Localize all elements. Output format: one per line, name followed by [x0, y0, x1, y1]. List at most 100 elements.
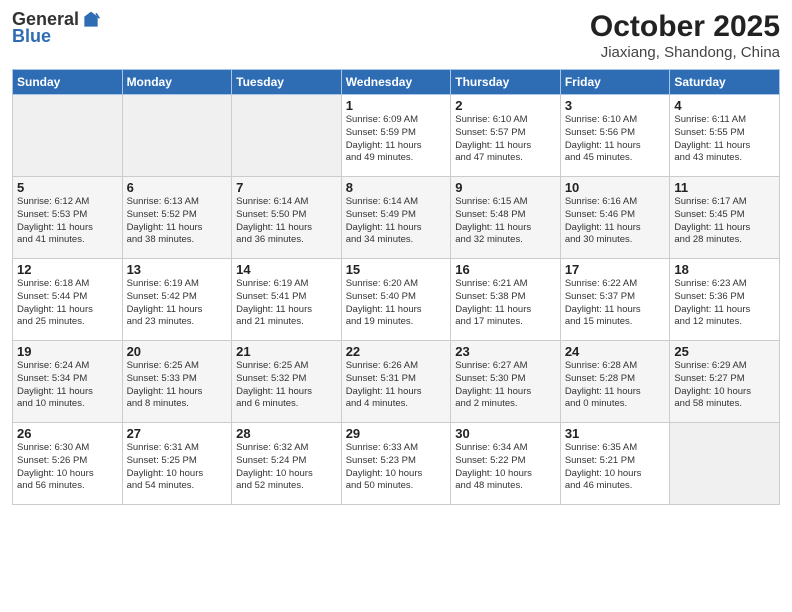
- day-number: 21: [236, 344, 337, 359]
- table-row: 6Sunrise: 6:13 AM Sunset: 5:52 PM Daylig…: [122, 177, 232, 259]
- day-number: 28: [236, 426, 337, 441]
- day-number: 23: [455, 344, 556, 359]
- day-info: Sunrise: 6:09 AM Sunset: 5:59 PM Dayligh…: [346, 114, 447, 165]
- table-row: 11Sunrise: 6:17 AM Sunset: 5:45 PM Dayli…: [670, 177, 780, 259]
- day-info: Sunrise: 6:10 AM Sunset: 5:57 PM Dayligh…: [455, 114, 556, 165]
- table-row: 7Sunrise: 6:14 AM Sunset: 5:50 PM Daylig…: [232, 177, 342, 259]
- table-row: 15Sunrise: 6:20 AM Sunset: 5:40 PM Dayli…: [341, 259, 451, 341]
- table-row: 14Sunrise: 6:19 AM Sunset: 5:41 PM Dayli…: [232, 259, 342, 341]
- weekday-header-row: Sunday Monday Tuesday Wednesday Thursday…: [13, 70, 780, 95]
- day-number: 5: [17, 180, 118, 195]
- calendar-week-row: 19Sunrise: 6:24 AM Sunset: 5:34 PM Dayli…: [13, 341, 780, 423]
- day-number: 3: [565, 98, 666, 113]
- header-saturday: Saturday: [670, 70, 780, 95]
- day-info: Sunrise: 6:25 AM Sunset: 5:33 PM Dayligh…: [127, 360, 228, 411]
- calendar-week-row: 12Sunrise: 6:18 AM Sunset: 5:44 PM Dayli…: [13, 259, 780, 341]
- day-number: 13: [127, 262, 228, 277]
- day-number: 12: [17, 262, 118, 277]
- day-info: Sunrise: 6:33 AM Sunset: 5:23 PM Dayligh…: [346, 442, 447, 493]
- day-number: 15: [346, 262, 447, 277]
- calendar-week-row: 5Sunrise: 6:12 AM Sunset: 5:53 PM Daylig…: [13, 177, 780, 259]
- table-row: 23Sunrise: 6:27 AM Sunset: 5:30 PM Dayli…: [451, 341, 561, 423]
- table-row: 29Sunrise: 6:33 AM Sunset: 5:23 PM Dayli…: [341, 423, 451, 505]
- day-info: Sunrise: 6:30 AM Sunset: 5:26 PM Dayligh…: [17, 442, 118, 493]
- table-row: [122, 95, 232, 177]
- header-tuesday: Tuesday: [232, 70, 342, 95]
- day-info: Sunrise: 6:14 AM Sunset: 5:49 PM Dayligh…: [346, 196, 447, 247]
- day-number: 11: [674, 180, 775, 195]
- table-row: 17Sunrise: 6:22 AM Sunset: 5:37 PM Dayli…: [560, 259, 670, 341]
- day-number: 27: [127, 426, 228, 441]
- day-info: Sunrise: 6:15 AM Sunset: 5:48 PM Dayligh…: [455, 196, 556, 247]
- table-row: 8Sunrise: 6:14 AM Sunset: 5:49 PM Daylig…: [341, 177, 451, 259]
- table-row: 20Sunrise: 6:25 AM Sunset: 5:33 PM Dayli…: [122, 341, 232, 423]
- day-number: 6: [127, 180, 228, 195]
- day-info: Sunrise: 6:16 AM Sunset: 5:46 PM Dayligh…: [565, 196, 666, 247]
- day-number: 25: [674, 344, 775, 359]
- table-row: 2Sunrise: 6:10 AM Sunset: 5:57 PM Daylig…: [451, 95, 561, 177]
- day-info: Sunrise: 6:26 AM Sunset: 5:31 PM Dayligh…: [346, 360, 447, 411]
- calendar-week-row: 26Sunrise: 6:30 AM Sunset: 5:26 PM Dayli…: [13, 423, 780, 505]
- day-number: 7: [236, 180, 337, 195]
- header-thursday: Thursday: [451, 70, 561, 95]
- day-number: 1: [346, 98, 447, 113]
- day-number: 22: [346, 344, 447, 359]
- title-block: October 2025 Jiaxiang, Shandong, China: [590, 10, 780, 61]
- day-info: Sunrise: 6:23 AM Sunset: 5:36 PM Dayligh…: [674, 278, 775, 329]
- day-info: Sunrise: 6:28 AM Sunset: 5:28 PM Dayligh…: [565, 360, 666, 411]
- table-row: 19Sunrise: 6:24 AM Sunset: 5:34 PM Dayli…: [13, 341, 123, 423]
- day-info: Sunrise: 6:22 AM Sunset: 5:37 PM Dayligh…: [565, 278, 666, 329]
- day-info: Sunrise: 6:14 AM Sunset: 5:50 PM Dayligh…: [236, 196, 337, 247]
- month-title: October 2025: [590, 10, 780, 44]
- day-number: 4: [674, 98, 775, 113]
- header-monday: Monday: [122, 70, 232, 95]
- header-wednesday: Wednesday: [341, 70, 451, 95]
- header-sunday: Sunday: [13, 70, 123, 95]
- table-row: 22Sunrise: 6:26 AM Sunset: 5:31 PM Dayli…: [341, 341, 451, 423]
- day-number: 29: [346, 426, 447, 441]
- table-row: [232, 95, 342, 177]
- table-row: 18Sunrise: 6:23 AM Sunset: 5:36 PM Dayli…: [670, 259, 780, 341]
- day-info: Sunrise: 6:19 AM Sunset: 5:41 PM Dayligh…: [236, 278, 337, 329]
- day-number: 17: [565, 262, 666, 277]
- day-info: Sunrise: 6:12 AM Sunset: 5:53 PM Dayligh…: [17, 196, 118, 247]
- day-info: Sunrise: 6:24 AM Sunset: 5:34 PM Dayligh…: [17, 360, 118, 411]
- day-info: Sunrise: 6:10 AM Sunset: 5:56 PM Dayligh…: [565, 114, 666, 165]
- table-row: 24Sunrise: 6:28 AM Sunset: 5:28 PM Dayli…: [560, 341, 670, 423]
- day-info: Sunrise: 6:17 AM Sunset: 5:45 PM Dayligh…: [674, 196, 775, 247]
- calendar-week-row: 1Sunrise: 6:09 AM Sunset: 5:59 PM Daylig…: [13, 95, 780, 177]
- table-row: 25Sunrise: 6:29 AM Sunset: 5:27 PM Dayli…: [670, 341, 780, 423]
- day-info: Sunrise: 6:25 AM Sunset: 5:32 PM Dayligh…: [236, 360, 337, 411]
- header-friday: Friday: [560, 70, 670, 95]
- table-row: 21Sunrise: 6:25 AM Sunset: 5:32 PM Dayli…: [232, 341, 342, 423]
- logo: General Blue: [12, 10, 101, 47]
- page-container: General Blue October 2025 Jiaxiang, Shan…: [0, 0, 792, 612]
- table-row: 31Sunrise: 6:35 AM Sunset: 5:21 PM Dayli…: [560, 423, 670, 505]
- location: Jiaxiang, Shandong, China: [590, 44, 780, 61]
- day-info: Sunrise: 6:31 AM Sunset: 5:25 PM Dayligh…: [127, 442, 228, 493]
- day-info: Sunrise: 6:21 AM Sunset: 5:38 PM Dayligh…: [455, 278, 556, 329]
- table-row: 13Sunrise: 6:19 AM Sunset: 5:42 PM Dayli…: [122, 259, 232, 341]
- table-row: 26Sunrise: 6:30 AM Sunset: 5:26 PM Dayli…: [13, 423, 123, 505]
- day-info: Sunrise: 6:34 AM Sunset: 5:22 PM Dayligh…: [455, 442, 556, 493]
- day-number: 10: [565, 180, 666, 195]
- day-number: 18: [674, 262, 775, 277]
- table-row: 1Sunrise: 6:09 AM Sunset: 5:59 PM Daylig…: [341, 95, 451, 177]
- header: General Blue October 2025 Jiaxiang, Shan…: [12, 10, 780, 61]
- table-row: [670, 423, 780, 505]
- table-row: [13, 95, 123, 177]
- day-number: 30: [455, 426, 556, 441]
- logo-icon: [81, 10, 101, 30]
- table-row: 9Sunrise: 6:15 AM Sunset: 5:48 PM Daylig…: [451, 177, 561, 259]
- day-info: Sunrise: 6:27 AM Sunset: 5:30 PM Dayligh…: [455, 360, 556, 411]
- table-row: 5Sunrise: 6:12 AM Sunset: 5:53 PM Daylig…: [13, 177, 123, 259]
- day-number: 8: [346, 180, 447, 195]
- table-row: 28Sunrise: 6:32 AM Sunset: 5:24 PM Dayli…: [232, 423, 342, 505]
- day-number: 16: [455, 262, 556, 277]
- day-number: 20: [127, 344, 228, 359]
- day-number: 31: [565, 426, 666, 441]
- day-number: 14: [236, 262, 337, 277]
- day-info: Sunrise: 6:19 AM Sunset: 5:42 PM Dayligh…: [127, 278, 228, 329]
- table-row: 3Sunrise: 6:10 AM Sunset: 5:56 PM Daylig…: [560, 95, 670, 177]
- day-info: Sunrise: 6:32 AM Sunset: 5:24 PM Dayligh…: [236, 442, 337, 493]
